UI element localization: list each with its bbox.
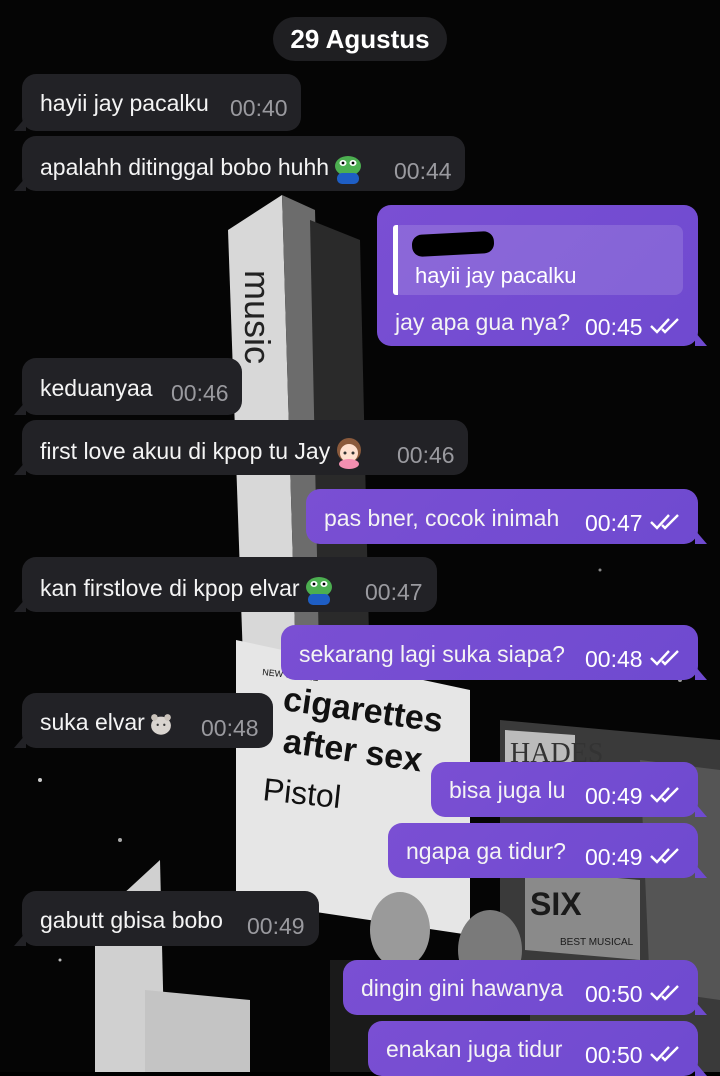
message-text: kan firstlove di kpop elvar — [40, 573, 336, 607]
message-bubble-incoming[interactable]: suka elvar 00:48 — [14, 693, 273, 748]
message-bubble-outgoing[interactable]: pas bner, cocok inimah 00:47 — [306, 489, 707, 544]
message-bubble-incoming[interactable]: first love akuu di kpop tu Jay 00:46 — [14, 420, 468, 475]
message-text: apalahh ditinggal bobo huhh — [40, 152, 365, 186]
message-text: sekarang lagi suka siapa? — [299, 641, 565, 667]
message-time: 00:50 — [585, 1042, 643, 1068]
message-bubble-incoming[interactable]: keduanyaa 00:46 — [14, 358, 242, 415]
frog-sticker-icon — [305, 577, 332, 605]
billboard-music-text: music — [237, 270, 278, 364]
billboard-hades: SIX — [530, 886, 582, 922]
message-time: 00:45 — [585, 314, 643, 340]
message-time: 00:48 — [201, 715, 259, 741]
message-bubble-incoming[interactable]: apalahh ditinggal bobo huhh 00:44 — [14, 136, 465, 191]
message-text: gabutt gbisa bobo — [40, 907, 223, 933]
message-bubble-outgoing[interactable]: bisa juga lu 00:49 — [431, 762, 707, 817]
double-check-icon — [650, 1046, 679, 1062]
message-time: 00:46 — [397, 442, 455, 468]
message-bubble-outgoing[interactable]: sekarang lagi suka siapa? 00:48 — [281, 625, 707, 680]
message-time: 00:50 — [585, 981, 643, 1007]
message-text: enakan juga tidur — [386, 1036, 563, 1062]
message-bubble-outgoing[interactable]: enakan juga tidur 00:50 — [368, 1021, 707, 1076]
hamster-sticker-icon — [150, 714, 171, 735]
message-bubble-incoming[interactable]: hayii jay pacalku 00:40 — [14, 74, 301, 131]
reply-sender-redacted — [411, 230, 495, 258]
reply-quote-text: hayii jay pacalku — [415, 263, 577, 288]
double-check-icon — [650, 318, 679, 334]
message-time: 00:49 — [585, 844, 643, 870]
message-text: jay apa gua nya? — [395, 309, 571, 335]
message-text: pas bner, cocok inimah — [324, 505, 560, 531]
double-check-icon — [650, 514, 679, 530]
message-bubble-incoming[interactable]: kan firstlove di kpop elvar 00:47 — [14, 557, 437, 612]
double-check-icon — [650, 787, 679, 803]
message-bubble-outgoing[interactable]: hayii jay pacalku jay apa gua nya? 00:45 — [377, 205, 707, 346]
double-check-icon — [650, 985, 679, 1001]
message-text: suka elvar — [40, 709, 175, 738]
message-time: 00:49 — [247, 913, 305, 939]
double-check-icon — [650, 650, 679, 666]
message-text: dingin gini hawanya — [361, 975, 564, 1001]
message-text: bisa juga lu — [449, 777, 566, 803]
message-bubble-incoming[interactable]: gabutt gbisa bobo 00:49 — [14, 891, 319, 946]
message-time: 00:44 — [394, 158, 452, 184]
message-time: 00:40 — [230, 95, 288, 121]
frog-sticker-icon — [335, 156, 362, 184]
message-text: hayii jay pacalku — [40, 90, 209, 116]
message-time: 00:48 — [585, 646, 643, 672]
reply-accent-bar — [393, 225, 398, 295]
billboard-best-musical: BEST MUSICAL — [560, 937, 634, 948]
date-separator: 29 Agustus — [273, 17, 447, 61]
message-bubble-outgoing[interactable]: ngapa ga tidur? 00:49 — [388, 823, 707, 878]
message-text: first love akuu di kpop tu Jay — [40, 436, 366, 470]
message-time: 00:47 — [365, 579, 423, 605]
anime-girl-sticker-icon — [337, 438, 362, 469]
message-bubble-outgoing[interactable]: dingin gini hawanya 00:50 — [343, 960, 707, 1015]
reply-quote[interactable]: hayii jay pacalku — [393, 225, 683, 295]
message-time: 00:49 — [585, 783, 643, 809]
message-text: ngapa ga tidur? — [406, 838, 566, 864]
message-time: 00:46 — [171, 380, 229, 406]
double-check-icon — [650, 848, 679, 864]
message-text: keduanyaa — [40, 375, 153, 401]
message-time: 00:47 — [585, 510, 643, 536]
